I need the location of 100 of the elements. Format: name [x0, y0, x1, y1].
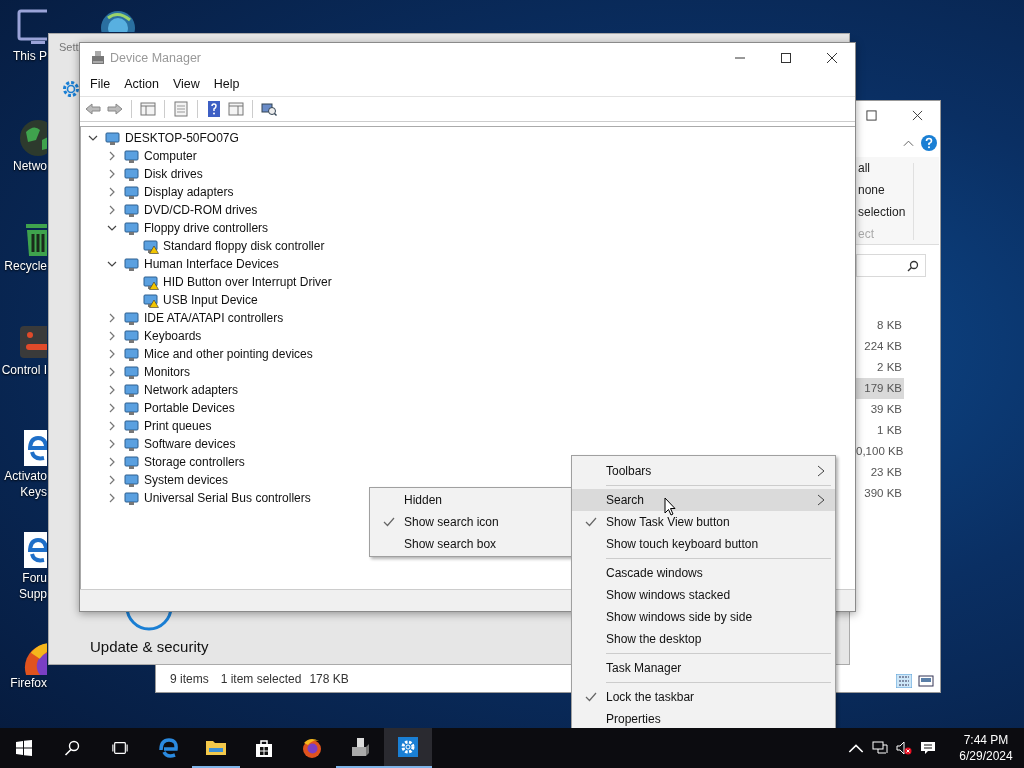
desktop-icon-label[interactable]: Netwo [0, 158, 47, 174]
thumbnail-view-icon[interactable] [918, 674, 934, 688]
desktop-icon-label[interactable]: This P [0, 48, 47, 64]
maximize-icon[interactable] [781, 53, 791, 63]
chevron-down-icon[interactable] [88, 133, 98, 143]
desktop-icon-label[interactable]: Foru Supp [0, 570, 47, 602]
settings-taskbar-button[interactable] [384, 728, 432, 768]
menu-item[interactable]: View [165, 74, 207, 95]
close-icon[interactable] [827, 53, 837, 63]
desktop-icon-label[interactable]: Activato Keys [0, 468, 47, 500]
device-tree-item[interactable]: Portable Devices [144, 401, 235, 415]
network-icon[interactable] [872, 740, 888, 756]
help-icon[interactable] [206, 101, 222, 117]
close-icon[interactable] [912, 110, 923, 121]
device-tree-item[interactable]: DVD/CD-ROM drives [144, 203, 258, 217]
chevron-right-icon[interactable] [107, 205, 117, 215]
menu-item[interactable]: Show the desktop [572, 628, 835, 650]
device-tree-item[interactable]: DESKTOP-50FO07G [125, 131, 239, 145]
desktop-icon-label[interactable]: Recycle [0, 258, 47, 274]
file-size-cell[interactable]: 0,100 KB [856, 441, 904, 462]
notification-icon[interactable] [920, 740, 936, 756]
clock-date[interactable]: 6/29/2024 [959, 748, 1013, 764]
file-size-cell[interactable]: 179 KB [856, 378, 904, 399]
menu-item[interactable]: Show search icon [370, 511, 571, 533]
device-tree-item[interactable]: Monitors [144, 365, 190, 379]
ribbon-command[interactable]: selection [858, 201, 939, 223]
details-view-icon[interactable] [896, 674, 912, 688]
device-tree-item[interactable]: Mice and other pointing devices [144, 347, 313, 361]
chevron-right-icon[interactable] [107, 475, 117, 485]
search-icon[interactable] [64, 740, 80, 756]
menu-item[interactable]: Show touch keyboard button [572, 533, 835, 555]
chevron-right-icon[interactable] [107, 493, 117, 503]
chevron-right-icon[interactable] [107, 457, 117, 467]
menu-item[interactable]: Search [572, 489, 835, 511]
file-size-cell[interactable]: 224 KB [856, 336, 904, 357]
device-tree-item[interactable]: Standard floppy disk controller [163, 239, 325, 253]
menu-item[interactable]: Hidden [370, 489, 571, 511]
file-size-cell[interactable]: 8 KB [856, 315, 904, 336]
ribbon-command[interactable]: all [858, 157, 939, 179]
device-tree-item[interactable]: Network adapters [144, 383, 239, 397]
console-tree-icon[interactable] [140, 101, 156, 117]
menu-item[interactable]: Show windows stacked [572, 584, 835, 606]
chevron-right-icon[interactable] [107, 439, 117, 449]
chevron-down-icon[interactable] [107, 259, 117, 269]
chevron-right-icon[interactable] [107, 403, 117, 413]
chevron-right-icon[interactable] [107, 331, 117, 341]
menu-item[interactable]: Cascade windows [572, 562, 835, 584]
chevron-right-icon[interactable] [107, 421, 117, 431]
clock-time[interactable]: 7:44 PM [963, 732, 1009, 748]
desktop-icon-label[interactable]: Control I [0, 362, 47, 378]
menu-item[interactable]: Toolbars [572, 460, 835, 482]
collapse-caret-icon[interactable] [903, 139, 914, 147]
menu-item[interactable]: Show search box [370, 533, 571, 555]
device-tree-item[interactable]: Display adapters [144, 185, 234, 199]
back-arrow-icon[interactable] [85, 101, 101, 117]
device-tree-item[interactable]: System devices [144, 473, 229, 487]
chevron-right-icon[interactable] [107, 169, 117, 179]
device-tree-item[interactable]: Keyboards [144, 329, 202, 343]
settings-category[interactable]: Update & security [90, 638, 209, 655]
device-tree-item[interactable]: IDE ATA/ATAPI controllers [144, 311, 284, 325]
file-size-cell[interactable]: 390 KB [856, 483, 904, 504]
device-tree-item[interactable]: Floppy drive controllers [144, 221, 269, 235]
forward-arrow-icon[interactable] [107, 101, 123, 117]
menu-item[interactable]: Properties [572, 708, 835, 730]
menu-item[interactable]: Task Manager [572, 657, 835, 679]
scan-hardware-icon[interactable] [261, 101, 277, 117]
chevron-down-icon[interactable] [107, 223, 117, 233]
file-size-cell[interactable]: 39 KB [856, 399, 904, 420]
file-size-cell[interactable]: 23 KB [856, 462, 904, 483]
device-tree-item[interactable]: Software devices [144, 437, 236, 451]
chevron-right-icon[interactable] [107, 349, 117, 359]
menu-item[interactable]: Help [206, 74, 247, 95]
action-pane-icon[interactable] [228, 101, 244, 117]
menu-item[interactable]: Show windows side by side [572, 606, 835, 628]
device-tree-item[interactable]: Storage controllers [144, 455, 245, 469]
menu-item[interactable]: Action [117, 74, 166, 95]
task-view-icon[interactable] [112, 740, 128, 756]
menu-item[interactable]: Show Task View button [572, 511, 835, 533]
device-tree-item[interactable]: Disk drives [144, 167, 203, 181]
chevron-right-icon[interactable] [107, 151, 117, 161]
chevron-right-icon[interactable] [107, 187, 117, 197]
device-tree-item[interactable]: Human Interface Devices [144, 257, 279, 271]
chevron-right-icon[interactable] [107, 367, 117, 377]
start-icon[interactable] [16, 740, 32, 756]
help-icon[interactable] [921, 135, 937, 151]
device-tree-item[interactable]: HID Button over Interrupt Driver [163, 275, 332, 289]
device-tree-item[interactable]: Computer [144, 149, 197, 163]
search-field[interactable] [856, 254, 926, 277]
file-size-cell[interactable]: 1 KB [856, 420, 904, 441]
desktop-icon-label[interactable]: Firefox [0, 675, 47, 691]
chevron-right-icon[interactable] [107, 313, 117, 323]
device-tree-item[interactable]: Universal Serial Bus controllers [144, 491, 311, 505]
menu-item[interactable]: Lock the taskbar [572, 686, 835, 708]
file-size-cell[interactable]: 2 KB [856, 357, 904, 378]
chevron-right-icon[interactable] [107, 385, 117, 395]
menu-item[interactable]: File [83, 74, 118, 95]
device-tree-item[interactable]: USB Input Device [163, 293, 258, 307]
volume-muted-icon[interactable] [896, 740, 912, 756]
device-tree-item[interactable]: Print queues [144, 419, 212, 433]
ribbon-command[interactable]: none [858, 179, 939, 201]
